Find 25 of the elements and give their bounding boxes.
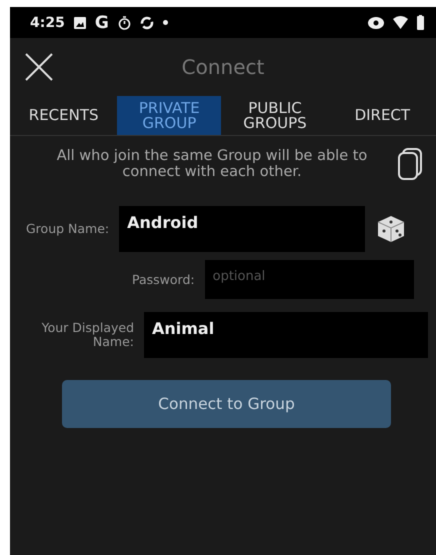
dot-icon	[162, 20, 168, 25]
tab[interactable]: RECENTS	[10, 96, 118, 135]
image-icon	[74, 16, 86, 28]
sync-icon	[140, 16, 154, 30]
timer-icon	[118, 16, 131, 30]
wifi-icon	[393, 16, 408, 29]
display-name-field[interactable]: Animal	[144, 312, 428, 358]
screen-title: Connect	[180, 55, 266, 79]
tab[interactable]: PUBLIC GROUPS	[221, 96, 329, 135]
battery-icon	[417, 15, 424, 30]
copy-icon[interactable]	[398, 148, 422, 180]
field-label: Your Displayed Name:	[40, 321, 134, 349]
password-field[interactable]: optional	[204, 260, 414, 299]
field-label: Password:	[132, 272, 195, 286]
dice-icon[interactable]	[377, 215, 406, 243]
connect-button[interactable]: Connect to Group	[62, 380, 391, 428]
close-icon[interactable]	[24, 52, 54, 82]
group-name-field[interactable]: Android	[119, 206, 366, 252]
app-letter: G	[94, 12, 109, 32]
eye-icon	[368, 16, 384, 28]
status-time: 4:25	[30, 14, 65, 30]
field-label: Group Name:	[26, 222, 110, 236]
description-text: All who join the same Group will be able to connect with each other.	[56, 148, 368, 180]
tab[interactable]: PRIVATE GROUP	[117, 96, 222, 135]
tab[interactable]: DIRECT	[328, 96, 436, 135]
